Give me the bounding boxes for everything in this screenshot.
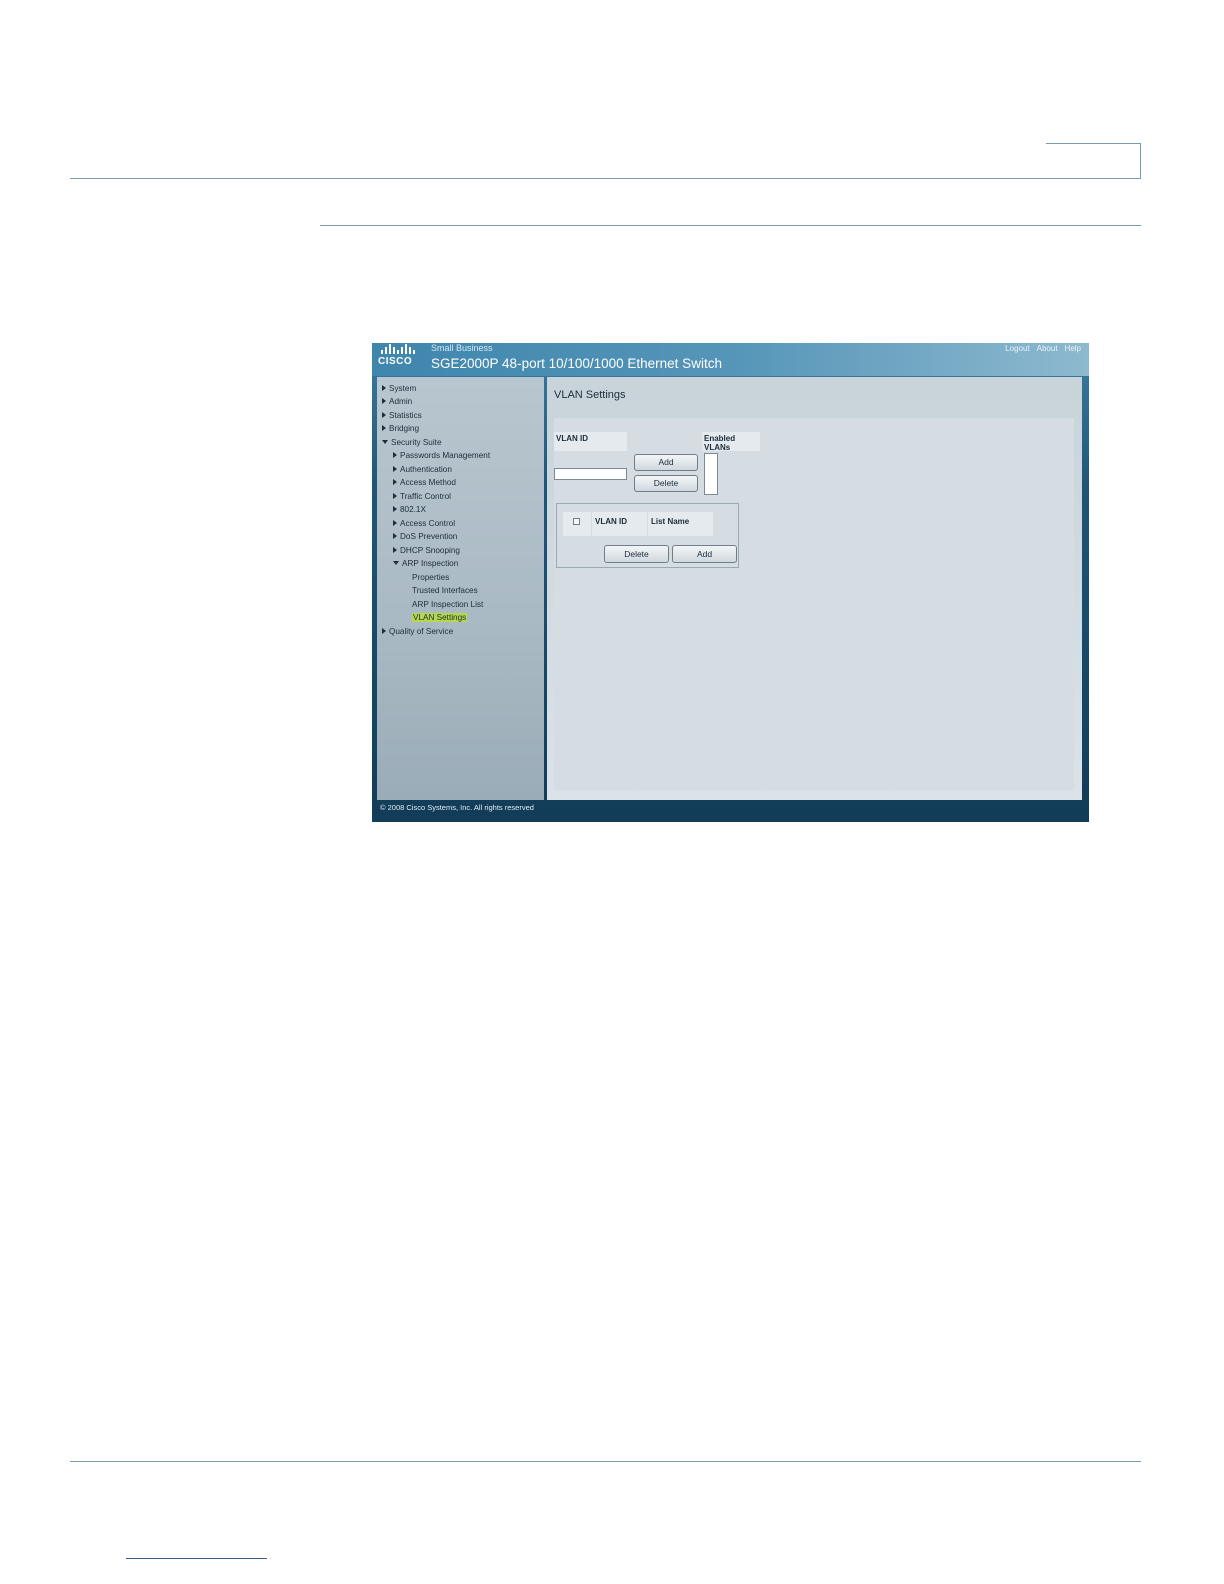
sidebar-item-admin[interactable]: Admin	[382, 397, 412, 406]
select-all-header	[563, 512, 591, 536]
sidebar-item-access-method[interactable]: Access Method	[393, 478, 456, 487]
caret-right-icon	[382, 627, 386, 634]
page-title: VLAN Settings	[554, 389, 626, 401]
sidebar-item-bridging[interactable]: Bridging	[382, 424, 419, 433]
caret-right-icon	[382, 411, 386, 418]
caret-right-icon	[382, 424, 386, 431]
sidebar-item-arp-inspection-list[interactable]: ARP Inspection List	[412, 600, 483, 609]
sidebar-item-dhcp-snooping[interactable]: DHCP Snooping	[393, 546, 460, 555]
enabled-vlans-listbox[interactable]	[704, 453, 718, 495]
caret-right-icon	[393, 492, 397, 499]
table-add-button[interactable]: Add	[672, 545, 737, 563]
sidebar-item-security-suite[interactable]: Security Suite	[382, 438, 442, 447]
vlan-id-label: VLAN ID	[554, 432, 627, 451]
vlan-table-panel: VLAN ID List Name Delete Add	[556, 503, 739, 568]
logo-text: CISCO	[378, 356, 413, 367]
caret-right-icon	[393, 478, 397, 485]
logout-link[interactable]: Logout	[1005, 344, 1029, 353]
sidebar-item-quality-of-service[interactable]: Quality of Service	[382, 627, 453, 636]
caret-down-icon	[382, 439, 388, 444]
sidebar-item-system[interactable]: System	[382, 384, 416, 393]
main-panel: VLAN Settings VLAN ID Add Delete Enabled…	[547, 377, 1082, 800]
cisco-logo: CISCO	[378, 344, 418, 372]
table-delete-button[interactable]: Delete	[604, 545, 669, 563]
sidebar-item-properties[interactable]: Properties	[412, 573, 449, 582]
caret-right-icon	[393, 546, 397, 553]
top-rule	[70, 178, 1141, 179]
vlan-id-input[interactable]	[554, 468, 627, 480]
section-rule	[320, 225, 1141, 226]
add-button[interactable]: Add	[634, 454, 698, 471]
caret-right-icon	[393, 451, 397, 458]
sidebar-item-802-1x[interactable]: 802.1X	[393, 505, 426, 514]
product-title: SGE2000P 48-port 10/100/1000 Ethernet Sw…	[431, 356, 722, 371]
copyright-text: © 2008 Cisco Systems, Inc. All rights re…	[380, 803, 534, 812]
bottom-rule	[70, 1461, 1141, 1462]
caret-right-icon	[393, 505, 397, 512]
sidebar-item-statistics[interactable]: Statistics	[382, 411, 422, 420]
about-link[interactable]: About	[1037, 344, 1058, 353]
delete-button[interactable]: Delete	[634, 475, 698, 492]
select-all-checkbox[interactable]	[573, 518, 580, 525]
caret-right-icon	[393, 532, 397, 539]
brand-subtitle: Small Business	[431, 343, 493, 353]
sidebar-item-traffic-control[interactable]: Traffic Control	[393, 492, 451, 501]
top-links: Logout About Help	[1005, 344, 1081, 353]
footer-link-underline	[126, 1558, 267, 1559]
sidebar-item-trusted-interfaces[interactable]: Trusted Interfaces	[412, 586, 478, 595]
sidebar-item-vlan-settings[interactable]: VLAN Settings	[412, 613, 468, 622]
app-header: CISCO Small Business SGE2000P 48-port 10…	[372, 343, 1089, 376]
enabled-vlans-label: Enabled VLANs	[702, 432, 760, 452]
switch-ui-screenshot: CISCO Small Business SGE2000P 48-port 10…	[372, 343, 1089, 822]
caret-down-icon	[393, 560, 399, 565]
caret-right-icon	[393, 465, 397, 472]
caret-right-icon	[382, 384, 386, 391]
column-header-list-name: List Name	[648, 512, 713, 536]
chapter-tab-box	[1046, 143, 1141, 178]
sidebar-nav: System Admin Statistics Bridging Securit…	[377, 377, 544, 800]
sidebar-item-arp-inspection[interactable]: ARP Inspection	[393, 559, 458, 568]
sidebar-item-dos-prevention[interactable]: DoS Prevention	[393, 532, 457, 541]
sidebar-item-access-control[interactable]: Access Control	[393, 519, 455, 528]
help-link[interactable]: Help	[1065, 344, 1081, 353]
caret-right-icon	[393, 519, 397, 526]
column-header-vlan-id: VLAN ID	[592, 512, 647, 536]
caret-right-icon	[382, 397, 386, 404]
content-area: VLAN ID Add Delete Enabled VLANs VLAN ID…	[554, 418, 1074, 790]
sidebar-item-passwords-management[interactable]: Passwords Management	[393, 451, 490, 460]
sidebar-item-authentication[interactable]: Authentication	[393, 465, 452, 474]
